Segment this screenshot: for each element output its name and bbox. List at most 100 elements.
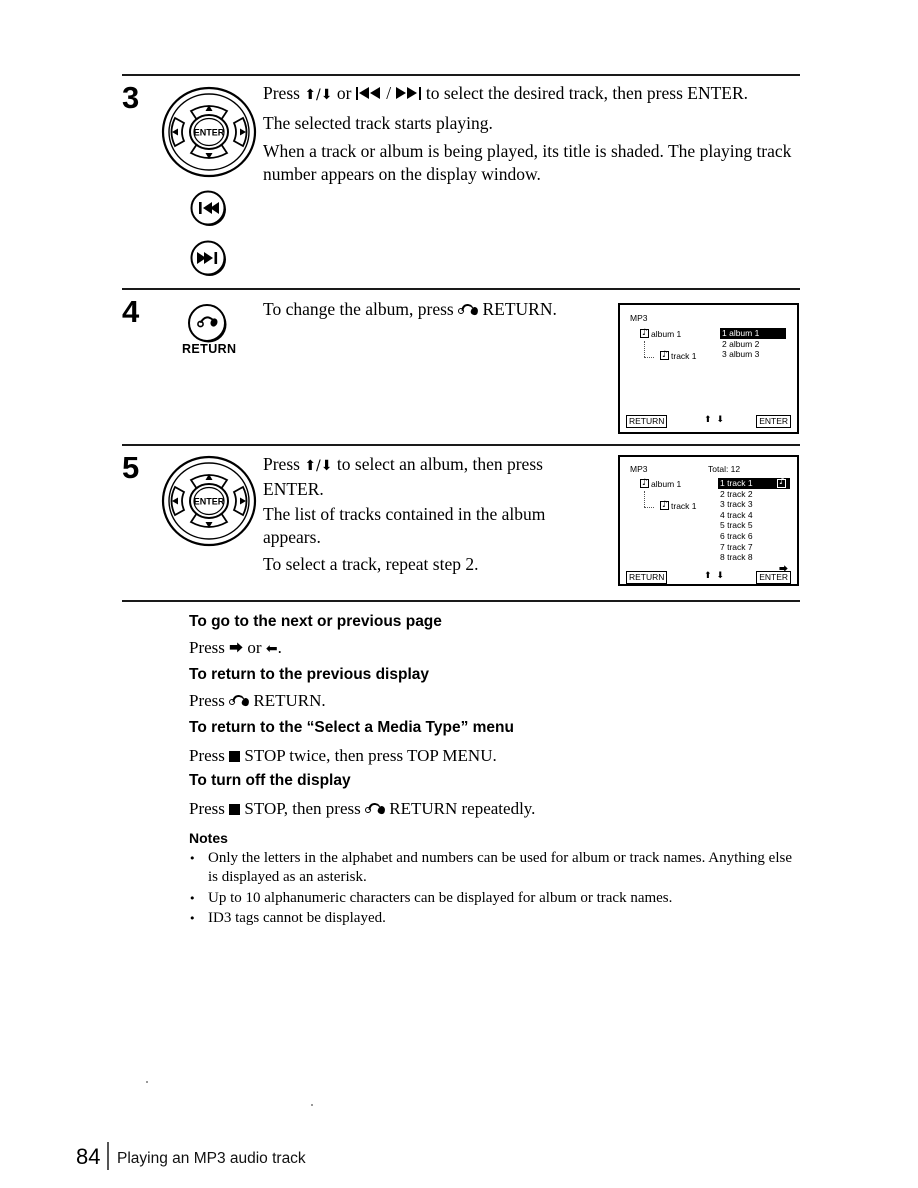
up-down-arrow-icon: ⬆/⬇	[304, 458, 333, 474]
section-1-prefix: Press	[189, 691, 230, 710]
list-item-label: 8 track 8	[720, 552, 753, 563]
step-3-paragraph-2: The selected track starts playing.	[263, 113, 493, 133]
track-list[interactable]: 1 track 1 2 track 2 3 track 3 4 track 4 …	[718, 477, 790, 563]
prev-track-inline-icon	[355, 87, 382, 100]
list-item-label: 5 track 5	[720, 520, 753, 531]
screen-nav-arrows-icon: ⬆ ⬇	[704, 571, 725, 581]
screen-nav-arrows-icon: ⬆ ⬇	[704, 415, 725, 425]
notes-heading: Notes	[189, 830, 228, 846]
list-item-label: 4 track 4	[720, 509, 753, 520]
list-item[interactable]: 1 album 1	[720, 328, 786, 339]
tree-connector-horizontal	[644, 507, 654, 508]
tree-item-album: album 1	[640, 478, 682, 490]
note-item-text: Up to 10 alphanumeric characters can be …	[208, 890, 673, 906]
list-item[interactable]: 3 album 3	[720, 349, 786, 360]
list-item[interactable]: 2 album 2	[720, 339, 786, 350]
screen-enter-button[interactable]: ENTER	[756, 571, 791, 584]
list-item-label: 1 album 1	[722, 328, 760, 338]
list-item-label: 7 track 7	[720, 541, 753, 552]
step-4-paragraph-1: To change the album, press RETURN.	[263, 298, 603, 321]
step-4-p1-prefix: To change the album, press	[263, 299, 459, 319]
section-divider-bottom	[122, 600, 800, 602]
tree-connector-vertical	[644, 341, 645, 357]
bullet-icon: •	[189, 892, 196, 905]
section-0-suffix: .	[277, 638, 282, 657]
next-track-inline-icon	[395, 87, 422, 100]
note-item: • Only the letters in the alphabet and n…	[189, 849, 804, 887]
screen-total-label: Total: 12	[708, 464, 741, 474]
section-0-mid: or	[243, 638, 266, 657]
scan-speck	[146, 1081, 148, 1083]
screen-title: MP3	[630, 313, 648, 323]
footer-divider	[107, 1142, 109, 1170]
bullet-icon: •	[189, 852, 196, 865]
tree-item-album-label: album 1	[651, 329, 682, 339]
list-item-label: 1 track 1	[720, 478, 753, 488]
section-heading-previous-display: To return to the previous display	[189, 666, 429, 683]
bullet-icon: •	[189, 912, 196, 925]
note-item: • Up to 10 alphanumeric characters can b…	[189, 889, 804, 908]
section-body-previous-display: Press RETURN.	[189, 690, 326, 711]
music-folder-icon	[640, 478, 649, 489]
step-3-p1-prefix: Press	[263, 83, 305, 103]
list-item-label: 6 track 6	[720, 530, 753, 541]
tree-item-album-label: album 1	[651, 479, 682, 489]
step-3-p1-suffix: to select the desired track, then press …	[421, 83, 749, 103]
svg-text:ENTER: ENTER	[194, 497, 225, 507]
section-divider-step5	[122, 444, 800, 446]
tree-item-track: track 1	[660, 500, 697, 512]
section-divider-top	[122, 74, 800, 76]
section-body-media-type-menu: Press STOP twice, then press TOP MENU.	[189, 745, 497, 766]
section-heading-next-prev-page: To go to the next or previous page	[189, 613, 442, 630]
list-item[interactable]: 6 track 6	[718, 531, 790, 542]
step-5-paragraph-3: To select a track, repeat step 2.	[263, 554, 479, 574]
svg-text:ENTER: ENTER	[194, 128, 225, 138]
section-3-mid: STOP, then press	[240, 799, 365, 818]
right-arrow-icon: ⮕	[229, 641, 244, 657]
list-item[interactable]: 2 track 2	[718, 489, 790, 500]
section-body-turn-off-display: Press STOP, then press RETURN repeatedly…	[189, 798, 535, 819]
list-item[interactable]: 4 track 4	[718, 510, 790, 521]
screen-enter-button[interactable]: ENTER	[756, 415, 791, 428]
note-item-text: Only the letters in the alphabet and num…	[208, 850, 792, 885]
list-item-label: 2 album 2	[722, 338, 760, 349]
music-folder-icon	[640, 328, 649, 339]
screen-title: MP3	[630, 464, 648, 474]
step-4-number: 4	[122, 294, 140, 329]
stop-icon	[229, 804, 241, 815]
step-5-p1-prefix: Press	[263, 454, 305, 474]
list-item[interactable]: 1 track 1	[718, 477, 790, 489]
track-list-screen: MP3 Total: 12 album 1 track 1 1 track 1 …	[618, 455, 799, 586]
section-heading-turn-off-display: To turn off the display	[189, 772, 351, 789]
stop-icon	[229, 751, 241, 762]
tree-connector-horizontal	[644, 357, 654, 358]
album-select-screen: MP3 album 1 track 1 1 album 1 2 album 2 …	[618, 303, 799, 434]
section-0-prefix: Press	[189, 638, 230, 657]
album-list[interactable]: 1 album 1 2 album 2 3 album 3	[720, 328, 786, 360]
return-inline-icon	[365, 801, 387, 816]
step-3-number: 3	[122, 80, 140, 115]
up-down-arrow-icon: ⬆/⬇	[304, 87, 333, 103]
step-4-p1-suffix: RETURN.	[478, 299, 557, 319]
dpad-enter-icon: ENTER	[161, 86, 257, 178]
return-button-label: RETURN	[182, 342, 237, 356]
tree-connector-vertical	[644, 491, 645, 507]
section-3-prefix: Press	[189, 799, 230, 818]
music-note-icon	[660, 350, 669, 361]
screen-return-button[interactable]: RETURN	[626, 415, 668, 428]
list-item-label: 3 track 3	[720, 499, 753, 510]
list-item[interactable]: 3 track 3	[718, 499, 790, 510]
music-note-icon	[660, 500, 669, 511]
step-5-paragraph-2: The list of tracks contained in the albu…	[263, 504, 546, 547]
tree-item-track-label: track 1	[671, 351, 697, 361]
step-5-paragraph-1: Press ⬆/⬇ to select an album, then press…	[263, 453, 563, 501]
screen-return-button[interactable]: RETURN	[626, 571, 668, 584]
tree-item-track-label: track 1	[671, 501, 697, 511]
list-item[interactable]: 7 track 7	[718, 542, 790, 553]
list-item-label: 2 track 2	[720, 488, 753, 499]
section-2-prefix: Press	[189, 746, 230, 765]
footer-title: Playing an MP3 audio track	[117, 1150, 306, 1167]
list-item[interactable]: 5 track 5	[718, 520, 790, 531]
music-note-icon	[777, 477, 786, 488]
note-item-text: ID3 tags cannot be displayed.	[208, 910, 386, 926]
